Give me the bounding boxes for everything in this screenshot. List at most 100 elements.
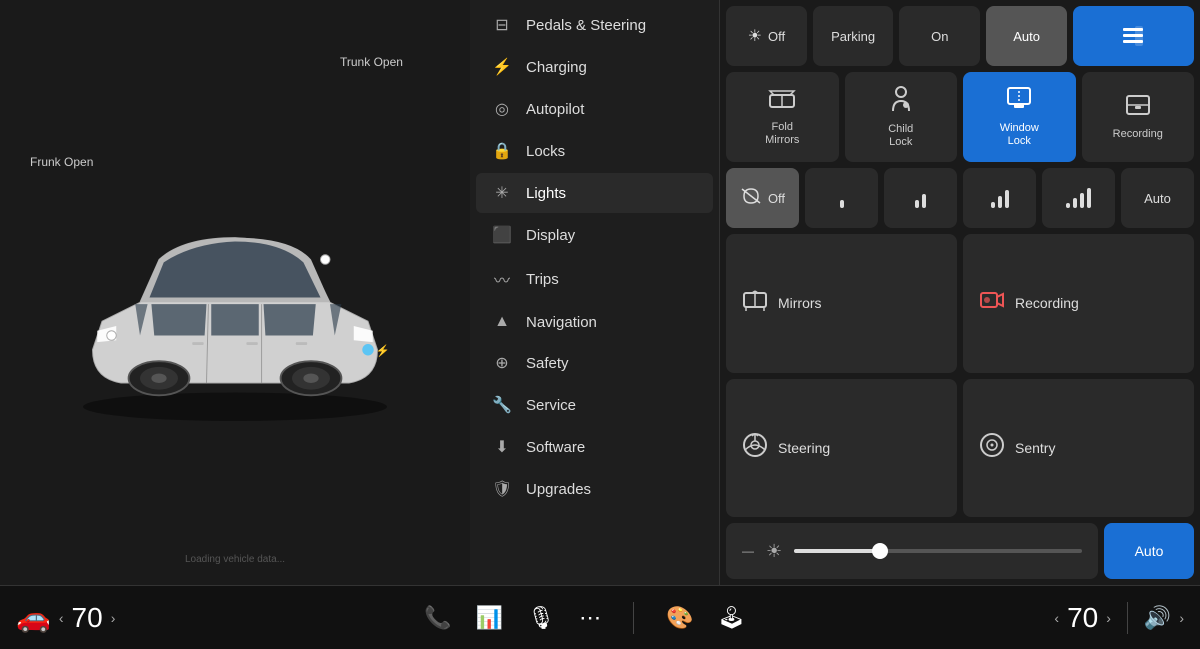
volume-next-arrow[interactable]: › [1179, 610, 1184, 626]
lights-parking-button[interactable]: Parking [813, 6, 894, 66]
sidebar-item-safety[interactable]: ⊕ Safety [476, 343, 713, 383]
window-lock-button[interactable]: WindowLock [963, 72, 1076, 162]
brightness-slider[interactable] [794, 549, 1082, 553]
brightness-row: — ☀ Auto [726, 523, 1194, 579]
sentry-button[interactable]: Sentry [963, 379, 1194, 518]
service-icon: 🔧 [492, 395, 512, 415]
sidebar-item-label: Software [526, 439, 585, 456]
main-content: Trunk Open Frunk Open [0, 0, 1200, 585]
sidebar-item-label: Display [526, 227, 575, 244]
sidebar-item-label: Upgrades [526, 481, 591, 498]
sidebar-item-charging[interactable]: ⚡ Charging [476, 47, 713, 87]
safety-icon: ⊕ [492, 353, 512, 373]
lights-off-button[interactable]: ☀ Off [726, 6, 807, 66]
sidebar-item-label: Safety [526, 355, 569, 372]
car-area: Trunk Open Frunk Open [0, 0, 470, 585]
svg-text:⚡: ⚡ [376, 343, 390, 357]
sidebar-item-label: Pedals & Steering [526, 17, 646, 34]
fan-off-icon [740, 187, 762, 210]
display-icon: ⬛ [492, 225, 512, 245]
sidebar-item-pedals[interactable]: ⊟ Pedals & Steering [476, 5, 713, 45]
volume-icon[interactable]: 🔊 [1144, 605, 1171, 631]
speed-right-next-arrow[interactable]: › [1106, 610, 1111, 626]
fan-speed-2-button[interactable] [884, 168, 957, 228]
sidebar-item-navigation[interactable]: ▲ Navigation [476, 303, 713, 341]
camera-icon[interactable]: 🎙 [527, 605, 555, 631]
fan-control-row: Off [726, 168, 1194, 228]
taskbar-divider [633, 602, 634, 634]
charging-icon: ⚡ [492, 57, 512, 77]
sidebar-item-label: Trips [526, 271, 559, 288]
lights-on-button[interactable]: On [899, 6, 980, 66]
mirrors-button[interactable]: Mirrors [726, 234, 957, 373]
brightness-sun-icon: ☀ [766, 541, 782, 562]
controls-right: Recording Sentry [963, 234, 1194, 517]
lights-list-button[interactable] [1073, 6, 1194, 66]
right-panel: ☀ Off Parking On Auto [720, 0, 1200, 585]
recording-button[interactable]: Recording [963, 234, 1194, 373]
sidebar-item-label: Navigation [526, 314, 597, 331]
speed-right-display: 70 [1067, 602, 1098, 634]
lights-auto-button[interactable]: Auto [986, 6, 1067, 66]
steering-icon [742, 432, 768, 464]
colors-icon[interactable]: 🎨 [666, 605, 693, 631]
lights-control-row: ☀ Off Parking On Auto [726, 6, 1194, 66]
steering-button[interactable]: Steering [726, 379, 957, 518]
fold-mirrors-button[interactable]: FoldMirrors [726, 72, 839, 162]
speed-right-prev-arrow[interactable]: ‹ [1054, 610, 1059, 626]
taskbar-right: ‹ 70 › 🔊 › [1054, 602, 1184, 634]
apps-icon[interactable]: ⋯ [579, 605, 601, 631]
sidebar-item-autopilot[interactable]: ◎ Autopilot [476, 89, 713, 129]
fan-speed-4-button[interactable] [1042, 168, 1115, 228]
locks-icon: 🔒 [492, 141, 512, 161]
glovebox-button[interactable]: Recording [1082, 72, 1195, 162]
gamepad-icon[interactable]: 🕹 [718, 605, 746, 631]
taskbar: 🚗 ‹ 70 › 📞 📊 🎙 ⋯ 🎨 🕹 ‹ 70 › 🔊 › [0, 585, 1200, 649]
sidebar-item-trips[interactable]: 〰 Trips [476, 257, 713, 301]
sidebar-item-lights[interactable]: ✳ Lights [476, 173, 713, 213]
phone-icon[interactable]: 📞 [424, 605, 451, 631]
taskbar-divider-2 [1127, 602, 1128, 634]
taskbar-center: 📞 📊 🎙 ⋯ 🎨 🕹 [115, 602, 1054, 634]
fan-auto-button[interactable]: Auto [1121, 168, 1194, 228]
brightness-slider-container: — ☀ [726, 523, 1098, 579]
music-icon[interactable]: 📊 [476, 605, 503, 631]
child-lock-icon [890, 85, 912, 117]
upgrades-icon: 🛡 [492, 479, 512, 499]
sidebar-item-upgrades[interactable]: 🛡 Upgrades [476, 469, 713, 509]
brightness-auto-button[interactable]: Auto [1104, 523, 1194, 579]
fan-speed-1-button[interactable] [805, 168, 878, 228]
child-lock-button[interactable]: ChildLock [845, 72, 958, 162]
fan-speed-3-button[interactable] [963, 168, 1036, 228]
sentry-icon [979, 432, 1005, 464]
sidebar-item-service[interactable]: 🔧 Service [476, 385, 713, 425]
sidebar-item-locks[interactable]: 🔒 Locks [476, 131, 713, 171]
car-taskbar-icon[interactable]: 🚗 [16, 601, 51, 634]
sidebar-item-display[interactable]: ⬛ Display [476, 215, 713, 255]
brightness-min-icon: — [742, 544, 754, 558]
lights-icon: ✳ [492, 183, 512, 203]
window-lock-icon [1006, 86, 1032, 116]
fold-mirrors-icon [768, 87, 796, 115]
sidebar-item-label: Service [526, 397, 576, 414]
taskbar-left: 🚗 ‹ 70 › [16, 601, 115, 634]
sidebar-item-label: Charging [526, 59, 587, 76]
fan-off-button[interactable]: Off [726, 168, 799, 228]
sidebar: ⊟ Pedals & Steering ⚡ Charging ◎ Autopil… [470, 0, 720, 585]
lock-control-row: FoldMirrors ChildLock [726, 72, 1194, 162]
speed-left-prev-arrow[interactable]: ‹ [59, 610, 64, 626]
trunk-label: Trunk Open [340, 55, 403, 69]
sidebar-item-label: Locks [526, 143, 565, 160]
recording-icon [979, 289, 1005, 317]
navigation-icon: ▲ [492, 313, 512, 331]
glovebox-icon [1125, 94, 1151, 122]
sidebar-item-label: Autopilot [526, 101, 584, 118]
watermark: Loading vehicle data... [185, 554, 285, 565]
controls-left: Mirrors Steering [726, 234, 957, 517]
autopilot-icon: ◎ [492, 99, 512, 119]
sun-icon: ☀ [748, 26, 762, 46]
list-icon [1121, 26, 1145, 46]
sidebar-item-software[interactable]: ⬇ Software [476, 427, 713, 467]
controls-grid: Mirrors Steering [726, 234, 1194, 517]
software-icon: ⬇ [492, 437, 512, 457]
